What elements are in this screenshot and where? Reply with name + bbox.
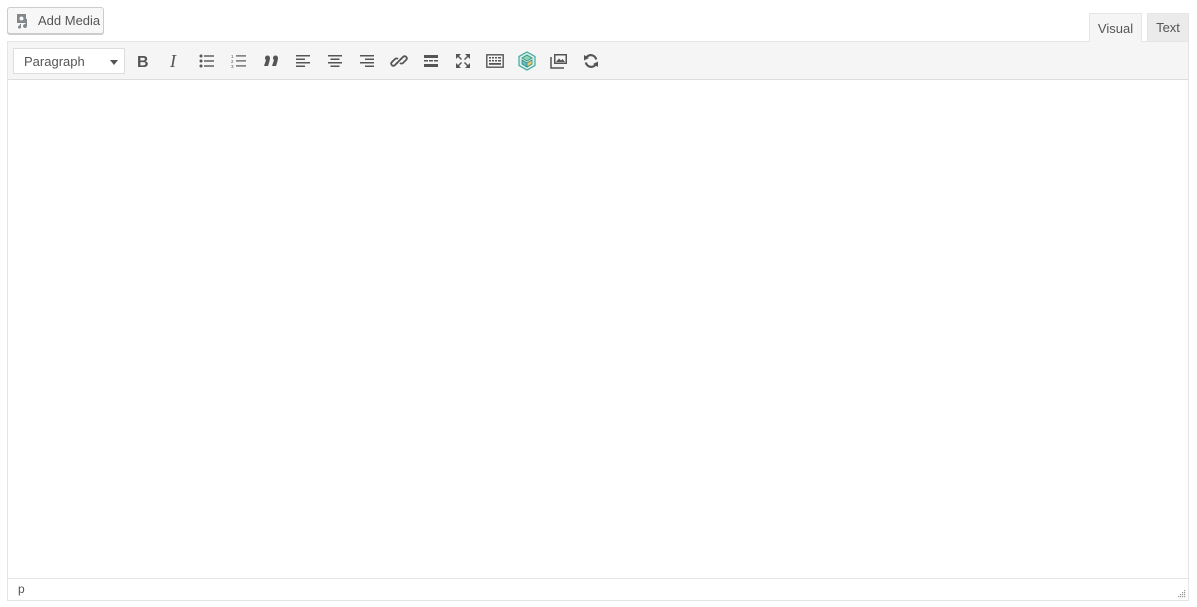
align-center-icon [328, 55, 342, 67]
align-right-icon [360, 55, 374, 67]
add-media-button[interactable]: Add Media [7, 7, 104, 34]
format-select-value: Paragraph [24, 53, 85, 69]
svg-text:I: I [169, 53, 177, 69]
editor-content-area[interactable] [8, 80, 1188, 579]
numbered-list-button[interactable]: 1 2 3 [225, 47, 253, 75]
gallery-icon [550, 54, 567, 69]
editor: Paragraph B I 1 2 3 p [7, 41, 1189, 601]
fullscreen-button[interactable] [449, 47, 477, 75]
refresh-icon [584, 54, 598, 68]
align-center-button[interactable] [321, 47, 349, 75]
refresh-button[interactable] [577, 47, 605, 75]
format-select[interactable]: Paragraph [13, 48, 125, 74]
blockquote-icon [264, 55, 278, 66]
insert-link-icon [390, 55, 408, 67]
blockquote-button[interactable] [257, 47, 285, 75]
numbered-list-icon: 1 2 3 [231, 54, 246, 68]
toolbar-toggle-button[interactable] [481, 47, 509, 75]
toolbar-toggle-icon [486, 54, 504, 68]
fullscreen-icon [456, 54, 470, 68]
editor-toolbar: Paragraph B I 1 2 3 [8, 42, 1188, 80]
resize-handle-icon[interactable] [1176, 588, 1186, 598]
align-left-button[interactable] [289, 47, 317, 75]
align-left-icon [296, 55, 310, 67]
add-media-label: Add Media [38, 13, 101, 28]
plugin-cube-button[interactable] [513, 47, 541, 75]
gallery-button[interactable] [545, 47, 573, 75]
italic-button[interactable]: I [161, 47, 189, 75]
read-more-icon [424, 55, 438, 67]
svg-text:3: 3 [231, 64, 234, 68]
align-right-button[interactable] [353, 47, 381, 75]
svg-text:B: B [137, 54, 149, 69]
bulleted-list-button[interactable] [193, 47, 221, 75]
tab-visual[interactable]: Visual [1089, 13, 1142, 42]
tab-text[interactable]: Text [1147, 13, 1189, 41]
element-path[interactable]: p [18, 582, 25, 596]
bold-icon: B [137, 54, 149, 69]
plugin-cube-icon [518, 51, 536, 71]
editor-statusbar: p [8, 578, 1188, 600]
italic-icon: I [169, 53, 177, 69]
insert-link-button[interactable] [385, 47, 413, 75]
bulleted-list-icon [199, 54, 214, 68]
chevron-down-icon [110, 60, 118, 65]
read-more-button[interactable] [417, 47, 445, 75]
add-media-icon [16, 13, 32, 29]
bold-button[interactable]: B [129, 47, 157, 75]
